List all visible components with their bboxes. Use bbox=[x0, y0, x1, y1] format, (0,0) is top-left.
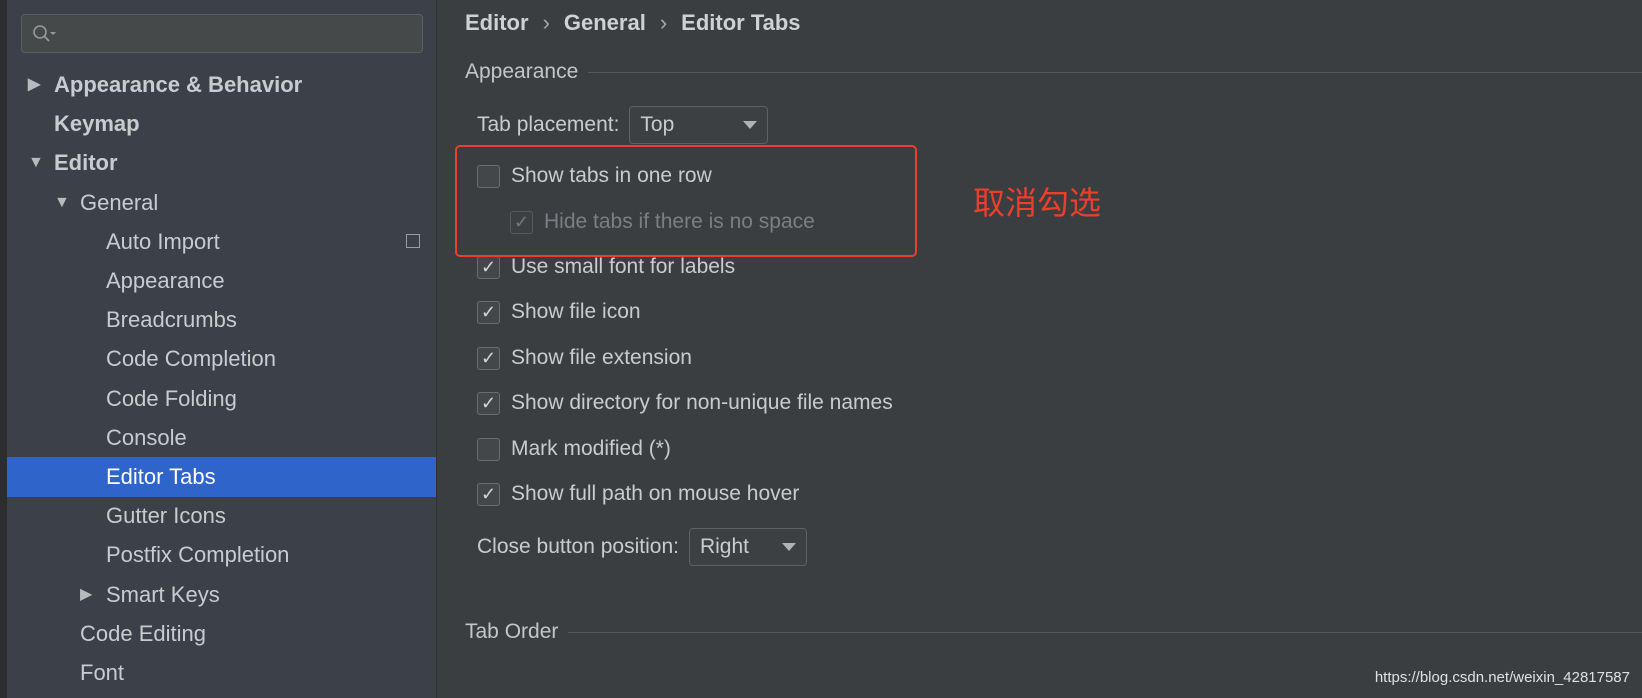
sidebar-item[interactable]: ▶ Smart Keys bbox=[7, 575, 436, 615]
breadcrumb-item[interactable]: General bbox=[564, 10, 646, 35]
breadcrumb-item[interactable]: Editor bbox=[465, 10, 529, 35]
sidebar-item[interactable]: Code Folding bbox=[7, 379, 436, 419]
checkbox-checked[interactable]: ✓ bbox=[477, 346, 500, 370]
checkbox-checked[interactable]: ✓ bbox=[477, 300, 500, 324]
watermark: https://blog.csdn.net/weixin_42817587 bbox=[1374, 669, 1630, 686]
sidebar-item[interactable]: Code Completion bbox=[7, 339, 436, 379]
sidebar-item[interactable]: ▶ Appearance & Behavior bbox=[7, 65, 436, 105]
sidebar-item-label: Auto Import bbox=[106, 228, 220, 254]
dropdown-value: Top bbox=[640, 113, 675, 136]
option-checkbox-row[interactable]: ✓ Show full path on mouse hover bbox=[477, 482, 799, 506]
copy-icon bbox=[406, 233, 420, 248]
checkbox-checked[interactable]: ✓ bbox=[477, 391, 500, 415]
option-label: Use small font for labels bbox=[511, 255, 736, 278]
breadcrumb-item: Editor Tabs bbox=[681, 10, 801, 35]
sidebar-item[interactable]: Code Editing bbox=[7, 614, 436, 654]
dropdown-value: Right bbox=[699, 535, 749, 558]
annotation-text: 取消勾选 bbox=[973, 185, 1102, 221]
checkbox-checked[interactable]: ✓ bbox=[477, 482, 500, 506]
sidebar-item[interactable]: Console bbox=[7, 418, 436, 458]
option-checkbox-row[interactable]: ✓ Use small font for labels bbox=[477, 255, 735, 279]
close-button-label: Close button position: bbox=[477, 535, 679, 558]
sidebar-item-label: Keymap bbox=[54, 111, 140, 137]
tab-placement-label: Tab placement: bbox=[477, 113, 620, 136]
sidebar-item[interactable]: ▼ Editor bbox=[7, 143, 436, 183]
tab-placement-row: Tab placement: Top bbox=[477, 106, 769, 144]
checkbox-checked[interactable]: ✓ bbox=[477, 255, 500, 279]
checkbox-unchecked[interactable] bbox=[477, 437, 500, 461]
sidebar-item-label: Gutter Icons bbox=[106, 503, 226, 529]
sidebar-item-label: Appearance & Behavior bbox=[54, 72, 303, 97]
option-label: Show file icon bbox=[511, 300, 641, 323]
collapse-arrow-icon[interactable]: ▼ bbox=[54, 183, 70, 223]
sidebar-item[interactable]: Font bbox=[7, 653, 436, 693]
search-input[interactable] bbox=[21, 14, 423, 53]
sidebar-item-label: Code Editing bbox=[80, 620, 206, 646]
close-button-dropdown[interactable]: Right bbox=[688, 528, 807, 566]
breadcrumb: Editor › General › Editor Tabs bbox=[465, 10, 801, 35]
sidebar-item-label: Appearance bbox=[106, 268, 225, 293]
option-label: Show file extension bbox=[511, 346, 692, 369]
option-label: Mark modified (*) bbox=[511, 437, 671, 460]
sidebar-item-label: Postfix Completion bbox=[106, 542, 290, 568]
settings-sidebar: ▶ Appearance & Behavior Keymap ▼ Editor ▼ Gene… bbox=[7, 0, 437, 698]
sidebar-item-label: Smart Keys bbox=[106, 581, 220, 607]
option-checkbox-row[interactable]: ✓ Show file extension bbox=[477, 346, 692, 370]
sidebar-item[interactable]: Auto Import bbox=[7, 222, 436, 262]
appearance-section-header: Appearance bbox=[465, 60, 1642, 84]
option-checkbox-row[interactable]: ✓ Show file icon bbox=[477, 300, 641, 324]
tab-placement-dropdown[interactable]: Top bbox=[629, 106, 769, 144]
sidebar-item[interactable]: Postfix Completion bbox=[7, 535, 436, 575]
close-button-row: Close button position: Right bbox=[477, 528, 807, 566]
sidebar-item-label: Editor Tabs bbox=[106, 464, 216, 489]
option-label: Show directory for non-unique file names bbox=[511, 391, 893, 414]
sidebar-item-label: Console bbox=[106, 424, 187, 450]
section-title: Appearance bbox=[465, 60, 579, 83]
search-icon bbox=[33, 25, 56, 42]
editor-tabs-panel: Editor › General › Editor Tabs Appearance Ta… bbox=[438, 0, 1642, 698]
sidebar-item[interactable]: Editor Tabs bbox=[7, 457, 436, 497]
tab-order-section-header: Tab Order bbox=[465, 620, 1642, 644]
chevron-down-icon bbox=[781, 543, 796, 551]
sidebar-item-label: Font bbox=[80, 660, 125, 685]
sidebar-item-label: General bbox=[80, 189, 159, 215]
sidebar-item[interactable]: Appearance bbox=[7, 261, 436, 301]
sidebar-item-label: Breadcrumbs bbox=[106, 307, 237, 333]
expand-arrow-icon[interactable]: ▶ bbox=[28, 65, 40, 105]
sidebar-item[interactable]: Gutter Icons bbox=[7, 496, 436, 536]
collapse-arrow-icon[interactable]: ▼ bbox=[28, 143, 44, 183]
sidebar-item-label: Editor bbox=[54, 150, 118, 176]
chevron-down-icon bbox=[743, 121, 758, 129]
expand-arrow-icon[interactable]: ▶ bbox=[80, 575, 92, 615]
sidebar-item[interactable]: Keymap bbox=[7, 104, 436, 144]
section-title: Tab Order bbox=[465, 620, 559, 643]
option-checkbox-row[interactable]: ✓ Show directory for non-unique file name… bbox=[477, 391, 893, 415]
option-checkbox-row[interactable]: Mark modified (*) bbox=[477, 437, 671, 461]
left-edge bbox=[0, 0, 7, 698]
sidebar-item[interactable]: ▼ General bbox=[7, 183, 436, 223]
sidebar-item[interactable]: Breadcrumbs bbox=[7, 300, 436, 340]
sidebar-item-label: Code Completion bbox=[106, 346, 276, 372]
annotation-highlight-box bbox=[455, 145, 917, 257]
sidebar-item-label: Code Folding bbox=[106, 385, 237, 411]
option-label: Show full path on mouse hover bbox=[511, 482, 800, 505]
